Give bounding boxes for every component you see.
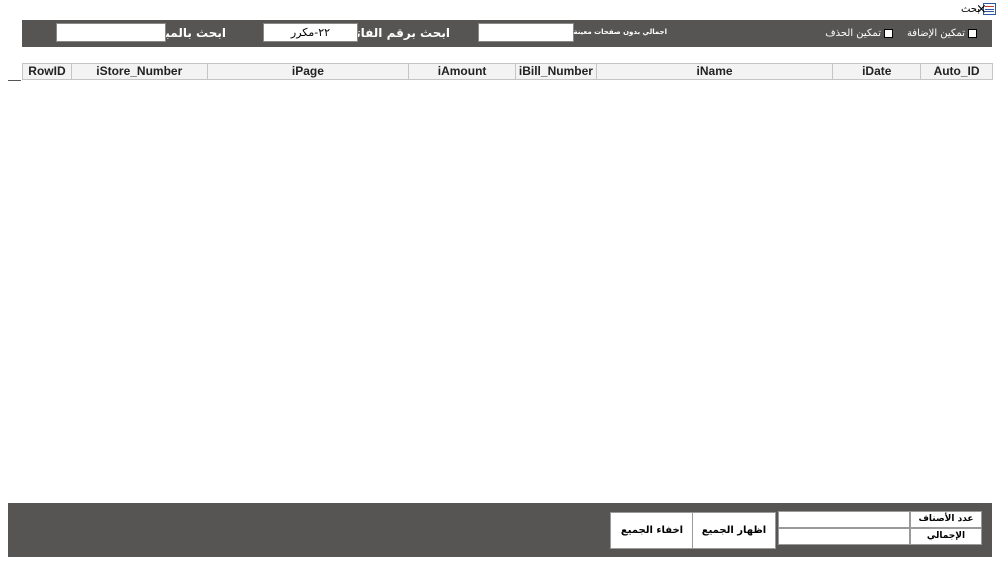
enable-add-checkbox[interactable]: تمكين الإضافة (907, 28, 977, 39)
total-value[interactable] (778, 528, 910, 545)
total-without-pages-field[interactable] (478, 23, 574, 42)
item-count-value[interactable] (778, 511, 910, 528)
enable-add-label: تمكين الإضافة (906, 28, 965, 39)
search-amount-input[interactable] (56, 23, 166, 42)
total-row: الإجمالي (778, 528, 982, 545)
total-without-pages-label: اجمالي بدون صفحات معينة (573, 28, 667, 36)
column-header-iname[interactable]: iName (597, 64, 834, 79)
column-header-ibill-number[interactable]: iBill_Number (516, 64, 597, 79)
column-header-auto-id[interactable]: Auto_ID (921, 64, 992, 79)
close-icon[interactable]: × (976, 3, 987, 16)
column-header-iamount[interactable]: iAmount (409, 64, 516, 79)
footer-band: اخفاء الجميع اظهار الجميع عدد الأصناف ال… (8, 503, 992, 557)
item-count-label: عدد الأصناف (910, 511, 982, 528)
new-record-row-selector[interactable] (8, 80, 21, 81)
checkbox-icon (968, 29, 977, 38)
column-header-idate[interactable]: iDate (833, 64, 922, 79)
column-header-ipage[interactable]: iPage (208, 64, 410, 79)
title-bar: بحث × (0, 0, 1000, 20)
enable-delete-checkbox[interactable]: تمكين الحذف (825, 28, 893, 39)
show-all-button[interactable]: اظهار الجميع (692, 512, 776, 549)
total-label: الإجمالي (910, 528, 982, 545)
datasheet-header: RowID iStore_Number iPage iAmount iBill_… (22, 63, 993, 80)
search-header-band: تمكين الإضافة تمكين الحذف اجمالي بدون صف… (22, 20, 992, 47)
column-header-istore-number[interactable]: iStore_Number (72, 64, 208, 79)
column-header-rowid[interactable]: RowID (23, 64, 72, 79)
item-count-row: عدد الأصناف (778, 511, 982, 528)
search-invoice-input[interactable]: ٢٢-مكرر (263, 23, 358, 42)
hide-all-button[interactable]: اخفاء الجميع (610, 512, 694, 549)
checkbox-icon (884, 29, 893, 38)
enable-delete-label: تمكين الحذف (825, 28, 881, 39)
